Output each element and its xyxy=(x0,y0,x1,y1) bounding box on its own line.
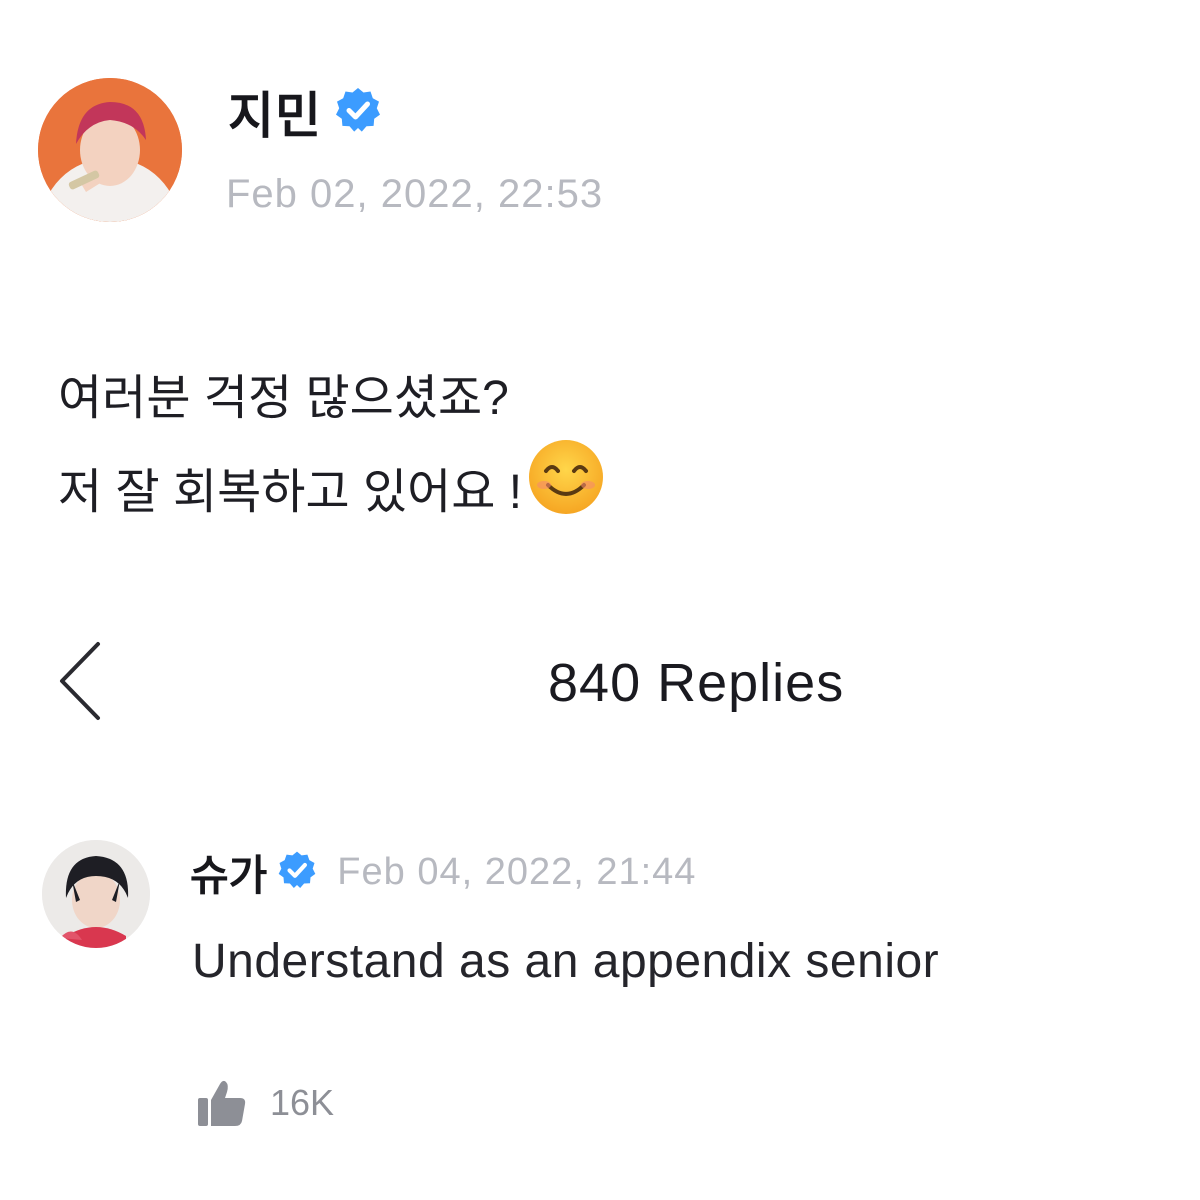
smiling-face-emoji-icon xyxy=(526,437,606,549)
back-button[interactable] xyxy=(52,638,112,724)
post-author: 지민 xyxy=(228,82,382,144)
like-button[interactable]: 16K xyxy=(196,1078,334,1128)
post-author-name[interactable]: 지민 xyxy=(228,76,322,148)
verified-badge-icon xyxy=(334,86,382,139)
post-author-avatar[interactable] xyxy=(38,78,182,222)
post-body-text-1: 여러분 걱정 많으셨죠? xyxy=(58,372,509,425)
reply-author-name[interactable]: 슈가 xyxy=(190,842,267,903)
avatar-image xyxy=(38,78,182,222)
like-count: 16K xyxy=(270,1082,335,1123)
post-body-text-2: 저 잘 회복하고 있어요 ! xyxy=(58,466,523,519)
verified-badge-icon xyxy=(277,850,317,895)
post-body: 여러분 걱정 많으셨죠? 저 잘 회복하고 있어요 ! xyxy=(58,352,606,540)
reply-author-avatar[interactable] xyxy=(42,840,150,948)
chevron-left-icon xyxy=(60,642,100,720)
reply-header: 슈가 Feb 04, 2022, 21:44 xyxy=(190,845,696,899)
avatar-image xyxy=(42,840,150,948)
post-body-line-2: 저 잘 회복하고 있어요 ! xyxy=(58,440,606,540)
post-body-line-1: 여러분 걱정 많으셨죠? xyxy=(58,352,606,446)
replies-title: 840 Replies xyxy=(548,653,845,713)
post-timestamp: Feb 02, 2022, 22:53 xyxy=(226,172,604,216)
reply-text: Understand as an appendix senior xyxy=(192,935,940,988)
thumbs-up-icon xyxy=(198,1080,246,1126)
reply-timestamp: Feb 04, 2022, 21:44 xyxy=(337,850,697,893)
